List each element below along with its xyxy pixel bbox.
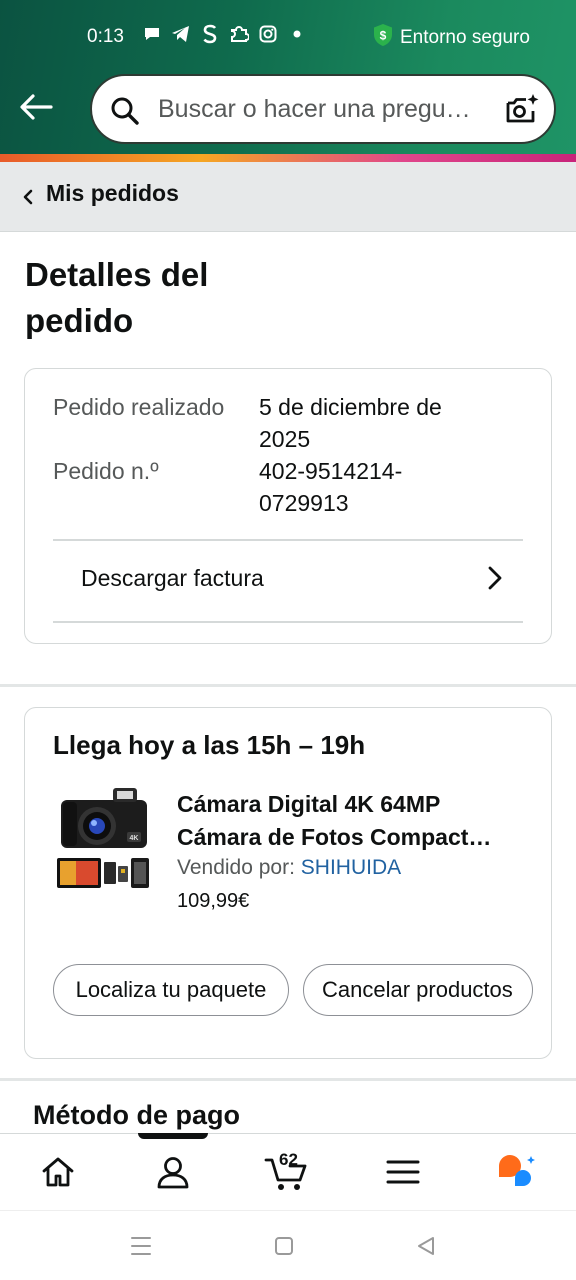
chevron-right-icon — [488, 566, 502, 590]
product-title-line1[interactable]: Cámara Digital 4K 64MP — [177, 788, 523, 821]
delivery-eta: Llega hoy a las 15h – 19h — [53, 730, 366, 760]
order-number-label: Pedido n.º — [53, 458, 159, 484]
square-home-icon — [275, 1237, 293, 1255]
instagram-icon — [258, 24, 278, 44]
active-tab-indicator — [138, 1133, 208, 1139]
status-time: 0:13 — [87, 26, 124, 47]
download-invoice-row[interactable]: Descargar factura — [25, 541, 553, 621]
product-title-line2[interactable]: Cámara de Fotos Compact… — [177, 821, 523, 854]
app-header: 0:13 $ Entorno seguro Buscar o hacer una… — [0, 0, 576, 162]
seller-link[interactable]: SHIHUIDA — [301, 856, 401, 879]
telegram-icon — [171, 24, 191, 44]
puzzle-icon — [229, 24, 249, 44]
home-icon — [42, 1157, 74, 1187]
secure-environment: $ Entorno seguro — [372, 23, 530, 53]
order-placed-value: 5 de diciembre de 2025 — [259, 394, 442, 452]
system-nav-bar — [0, 1210, 576, 1280]
s-icon — [200, 24, 220, 44]
search-bar[interactable] — [90, 74, 556, 144]
back-arrow-icon — [20, 94, 53, 120]
recents-button[interactable] — [128, 1233, 154, 1259]
triangle-back-icon — [418, 1237, 434, 1255]
order-placed-label: Pedido realizado — [53, 394, 225, 420]
nav-menu[interactable] — [377, 1148, 429, 1196]
nav-rufus[interactable] — [492, 1148, 544, 1196]
account-icon — [157, 1157, 189, 1189]
svg-text:4K: 4K — [130, 835, 139, 842]
recents-icon — [131, 1237, 151, 1255]
product-title[interactable]: Cámara Digital 4K 64MP Cámara de Fotos C… — [177, 788, 523, 854]
chevron-left-icon — [23, 189, 33, 205]
cancel-products-button[interactable]: Cancelar productos — [303, 964, 533, 1016]
breadcrumb-label[interactable]: Mis pedidos — [46, 180, 179, 207]
nav-home[interactable] — [32, 1148, 84, 1196]
breadcrumb[interactable]: Mis pedidos — [0, 162, 576, 232]
chat-icon — [142, 24, 162, 44]
notification-icons — [142, 24, 307, 44]
secure-label: Entorno seguro — [400, 27, 530, 48]
rufus-assistant-icon — [499, 1155, 535, 1186]
dot-icon — [287, 24, 307, 44]
menu-icon — [386, 1160, 420, 1184]
back-button[interactable] — [18, 90, 54, 124]
svg-text:$: $ — [380, 29, 387, 43]
cart-count-badge: 62 — [279, 1150, 298, 1169]
track-package-button[interactable]: Localiza tu paquete — [53, 964, 289, 1016]
product-price: 109,99€ — [177, 890, 250, 912]
download-invoice-label[interactable]: Descargar factura — [81, 565, 264, 592]
section-separator — [0, 1078, 576, 1081]
camera-search-icon[interactable] — [504, 92, 540, 128]
status-bar: 0:13 $ Entorno seguro — [0, 0, 576, 72]
order-info-card: Pedido realizado 5 de diciembre de 2025 … — [24, 368, 552, 644]
accent-strip — [0, 154, 576, 162]
seller-info: Vendido por: SHIHUIDA — [177, 856, 401, 880]
page-title: Detalles del pedido — [25, 256, 209, 339]
bottom-nav — [0, 1133, 576, 1210]
search-icon — [111, 97, 139, 125]
nav-account[interactable] — [147, 1148, 199, 1196]
seller-prefix: Vendido por: — [177, 856, 301, 879]
delivery-card: Llega hoy a las 15h – 19h 4K Cámara Digi… — [24, 707, 552, 1059]
search-input[interactable] — [158, 76, 484, 142]
product-image[interactable]: 4K — [55, 786, 153, 890]
order-number-value: 402-9514214-0729913 — [259, 458, 403, 516]
back-system-button[interactable] — [413, 1233, 439, 1259]
shield-dollar-icon: $ — [372, 23, 394, 53]
divider — [53, 621, 523, 623]
section-separator — [0, 684, 576, 687]
home-system-button[interactable] — [271, 1233, 297, 1259]
payment-method-heading: Método de pago — [33, 1100, 240, 1130]
